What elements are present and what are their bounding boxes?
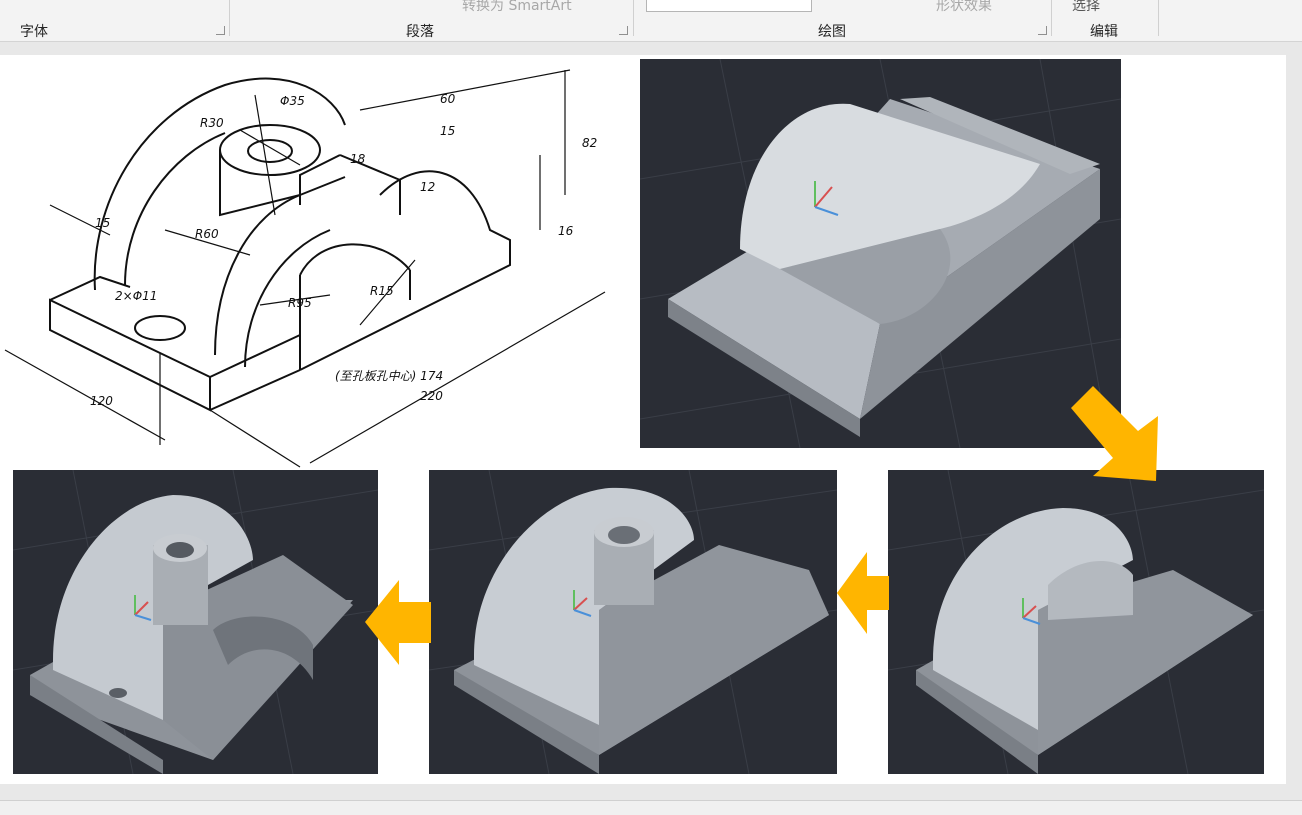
svg-text:R60: R60 — [195, 227, 219, 241]
arrow-left-icon — [837, 552, 889, 634]
select-button[interactable]: 选择 — [1072, 0, 1100, 15]
drawing-dialog-launcher-icon[interactable] — [1038, 26, 1047, 35]
convert-smartart-button[interactable]: 转换为 SmartArt — [462, 0, 572, 15]
shape-gallery[interactable] — [646, 0, 812, 12]
svg-text:Φ35: Φ35 — [280, 94, 305, 108]
arrow-down-right-icon — [1071, 386, 1158, 481]
svg-text:12: 12 — [420, 180, 435, 194]
group-label-font: 字体 — [20, 24, 48, 40]
group-divider — [1051, 0, 1052, 36]
group-divider — [229, 0, 230, 36]
svg-text:2×Φ11: 2×Φ11 — [115, 289, 157, 303]
arrow-left-icon — [365, 580, 431, 665]
status-bar — [0, 800, 1302, 815]
group-divider — [1158, 0, 1159, 36]
svg-text:82: 82 — [582, 136, 597, 150]
cad-viewport-step2[interactable] — [888, 470, 1264, 774]
font-dialog-launcher-icon[interactable] — [216, 26, 225, 35]
svg-text:120: 120 — [90, 394, 113, 408]
svg-text:60: 60 — [440, 92, 456, 106]
group-divider — [633, 0, 634, 36]
svg-text:15: 15 — [440, 124, 455, 138]
svg-text:R30: R30 — [200, 116, 224, 130]
svg-text:18: 18 — [350, 152, 366, 166]
group-label-paragraph: 段落 — [406, 24, 434, 40]
cad-viewport-step1[interactable] — [640, 59, 1121, 448]
svg-text:R15: R15 — [370, 284, 394, 298]
svg-text:16: 16 — [558, 224, 574, 238]
svg-text:R95: R95 — [288, 296, 312, 310]
svg-text:(至孔板孔中心) 174: (至孔板孔中心) 174 — [335, 369, 443, 383]
ribbon: 转换为 SmartArt 形状效果 选择 字体 段落 绘图 编辑 — [0, 0, 1302, 42]
cad-viewport-step3[interactable] — [429, 470, 837, 774]
paragraph-dialog-launcher-icon[interactable] — [619, 26, 628, 35]
shape-effects-button[interactable]: 形状效果 — [936, 0, 992, 15]
group-label-drawing: 绘图 — [818, 24, 846, 40]
svg-text:220: 220 — [420, 389, 443, 403]
svg-text:15: 15 — [95, 216, 110, 230]
cad-viewport-step4[interactable] — [13, 470, 378, 774]
group-label-editing: 编辑 — [1090, 24, 1118, 40]
technical-drawing: R30 Φ35 60 15 18 82 12 16 15 R60 R95 R15… — [4, 69, 606, 468]
